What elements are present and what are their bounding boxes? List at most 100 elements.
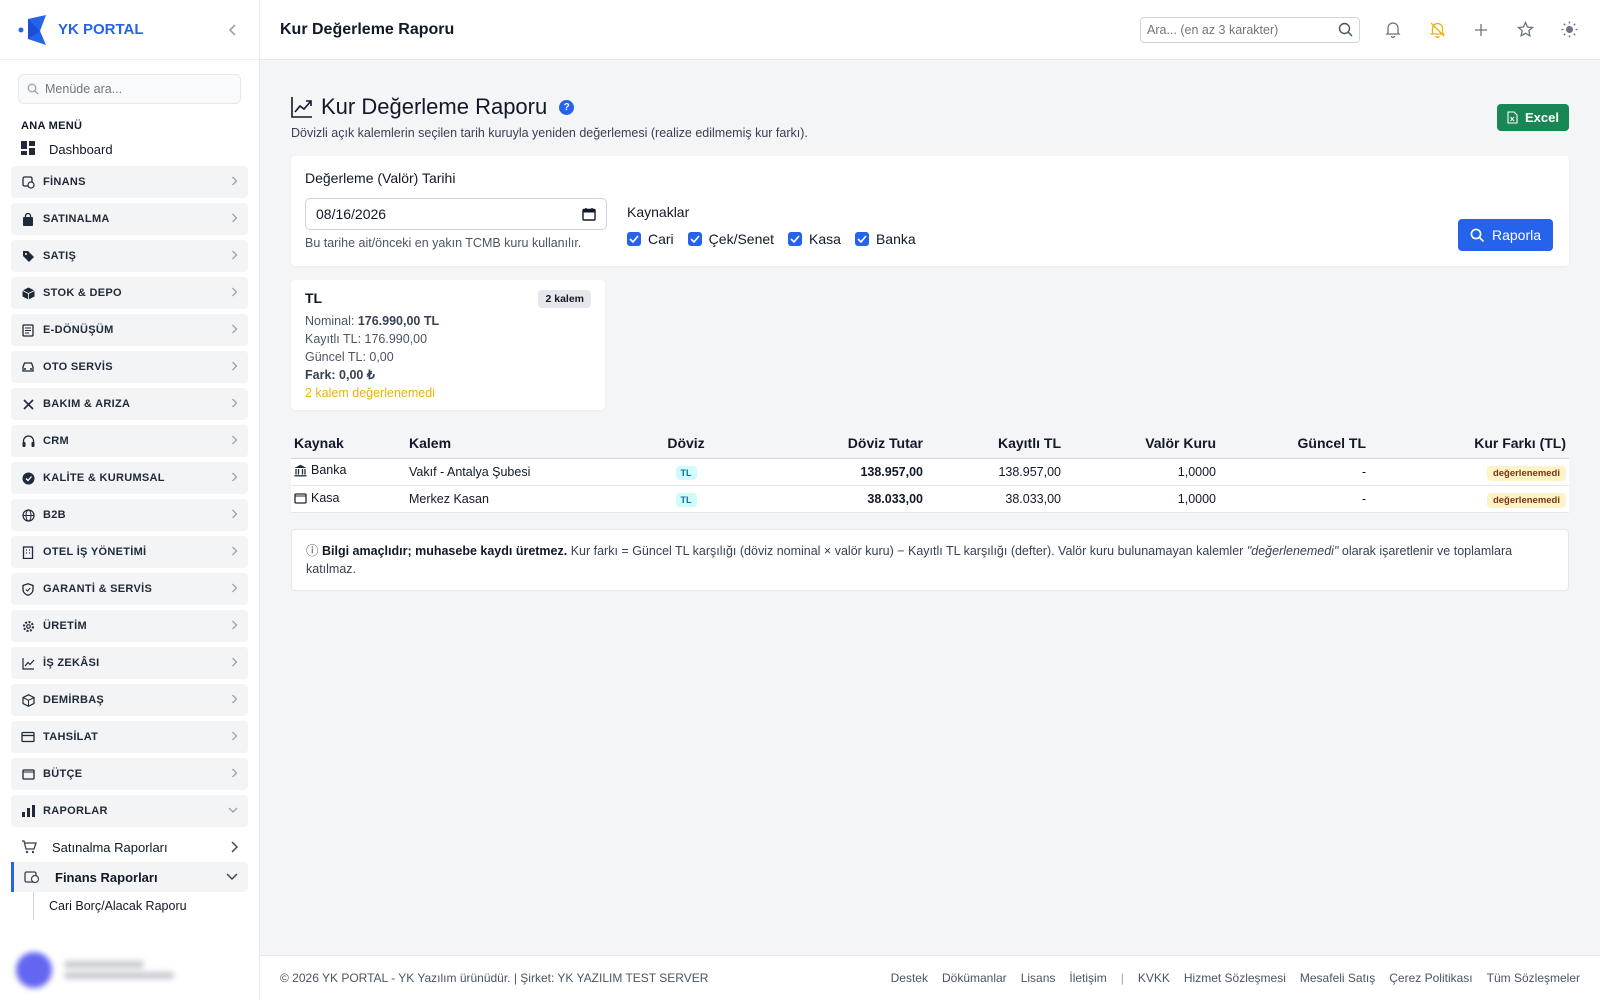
plus-icon[interactable] (1470, 19, 1492, 41)
currency-badge: TL (675, 492, 697, 507)
finance-icon (21, 175, 35, 189)
sidebar-item-0[interactable]: FİNANS (11, 166, 248, 198)
sidebar-item-9[interactable]: B2B (11, 499, 248, 531)
nominal-value: 176.990,00 TL (357, 314, 440, 328)
sidebar-item-3[interactable]: STOK & DEPO (11, 277, 248, 309)
user-profile[interactable] (16, 952, 174, 988)
sidebar-item-label: SATIŞ (43, 250, 77, 262)
card-icon (21, 730, 35, 744)
source-text: Kasa (311, 490, 340, 505)
checkbox-checked-icon[interactable] (788, 232, 803, 246)
help-icon[interactable]: ? (559, 99, 575, 115)
sidebar-subsubitem-current-account-report[interactable]: Cari Borç/Alacak Raporu (33, 892, 259, 920)
cell-fx-difference: değerlenemedi (1369, 485, 1569, 513)
sidebar-subitem-finance-reports[interactable]: Finans Raporları (11, 862, 248, 892)
sidebar-subitem-purchase-reports[interactable]: Satınalma Raporları (11, 832, 248, 862)
source-checkbox-2[interactable]: Kasa (788, 231, 841, 247)
bell-off-icon[interactable] (1426, 19, 1448, 41)
source-checkbox-label: Çek/Senet (708, 231, 775, 247)
sidebar-item-reports[interactable]: RAPORLAR (11, 795, 248, 827)
col-item[interactable]: Kalem (406, 428, 636, 459)
col-valor-rate[interactable]: Valör Kuru (1064, 428, 1219, 459)
report-button-label: Raporla (1491, 227, 1541, 243)
footer-link-links_b-2[interactable]: Mesafeli Satış (1300, 971, 1375, 985)
valuation-date-label: Değerleme (Valör) Tarihi (305, 170, 456, 186)
sidebar-item-4[interactable]: E-DÖNÜŞÜM (11, 314, 248, 346)
sidebar-item-5[interactable]: OTO SERVİS (11, 351, 248, 383)
sidebar-item-6[interactable]: BAKIM & ARIZA (11, 388, 248, 420)
col-registered-tl[interactable]: Kayıtlı TL (926, 428, 1064, 459)
bank-icon (294, 464, 307, 477)
chart-line-icon (291, 96, 313, 118)
sidebar-item-11[interactable]: GARANTİ & SERVİS (11, 573, 248, 605)
search-icon (1470, 228, 1485, 243)
sidebar-item-14[interactable]: DEMİRBAŞ (11, 684, 248, 716)
checkbox-checked-icon[interactable] (687, 232, 702, 246)
sidebar-subitem-label: Finans Raporları (55, 869, 158, 885)
calendar-icon[interactable] (582, 207, 596, 221)
source-checkbox-label: Banka (875, 231, 916, 247)
col-source[interactable]: Kaynak (291, 428, 406, 459)
report-button[interactable]: Raporla (1457, 219, 1553, 251)
source-checkbox-1[interactable]: Çek/Senet (687, 231, 775, 247)
cell-item: Merkez Kasan (406, 485, 636, 513)
info-text-1: Kur farkı = Güncel TL karşılığı (döviz n… (567, 543, 1247, 558)
source-checkbox-3[interactable]: Banka (854, 231, 916, 247)
not-valued-badge: değerlenemedi (1486, 492, 1566, 508)
source-checkbox-0[interactable]: Cari (627, 231, 674, 247)
chevron-right-icon (231, 620, 238, 633)
search-icon[interactable] (1338, 22, 1353, 37)
bag-icon (21, 212, 35, 226)
col-currency-amount[interactable]: Döviz Tutar (736, 428, 926, 459)
global-search-input[interactable] (1147, 22, 1338, 37)
source-text: Banka (311, 463, 347, 478)
sidebar-item-label: OTO SERVİS (43, 361, 113, 373)
sidebar-item-label: DEMİRBAŞ (43, 694, 105, 706)
sidebar-item-8[interactable]: KALİTE & KURUMSAL (11, 462, 248, 494)
sidebar-item-dashboard[interactable]: Dashboard (0, 134, 259, 164)
sidebar-item-15[interactable]: TAHSİLAT (11, 721, 248, 753)
sidebar-item-12[interactable]: ÜRETİM (11, 610, 248, 642)
sidebar-item-10[interactable]: OTEL İŞ YÖNETİMİ (11, 536, 248, 568)
footer-link-links_b-1[interactable]: Hizmet Sözleşmesi (1184, 971, 1286, 985)
sun-icon[interactable] (1558, 19, 1580, 41)
excel-export-button[interactable]: Excel (1497, 104, 1569, 131)
sidebar-item-label: İŞ ZEKÂSI (43, 657, 100, 669)
footer-link-links_b-4[interactable]: Tüm Sözleşmeler (1487, 971, 1580, 985)
search-icon (27, 83, 39, 95)
sources-label: Kaynaklar (627, 204, 690, 220)
checkbox-checked-icon[interactable] (627, 232, 641, 246)
bell-icon[interactable] (1382, 19, 1404, 41)
footer-link-links_b-3[interactable]: Çerez Politikası (1389, 971, 1472, 985)
menu-search-input[interactable] (45, 82, 232, 96)
col-current-tl[interactable]: Güncel TL (1219, 428, 1369, 459)
menu-section-title: ANA MENÜ (21, 120, 83, 132)
globe-icon (21, 508, 35, 522)
col-fx-difference[interactable]: Kur Farkı (TL) (1369, 428, 1569, 459)
sidebar-item-2[interactable]: SATIŞ (11, 240, 248, 272)
star-icon[interactable] (1514, 19, 1536, 41)
checkbox-checked-icon[interactable] (854, 232, 869, 246)
sidebar-item-16[interactable]: BÜTÇE (11, 758, 248, 790)
valuation-date-input[interactable]: 08/16/2026 (305, 198, 607, 230)
sidebar-collapse-button[interactable] (223, 20, 243, 40)
footer-link-links_a-0[interactable]: Destek (891, 971, 928, 985)
cell-current-tl: - (1219, 485, 1369, 513)
sidebar-item-1[interactable]: SATINALMA (11, 203, 248, 235)
footer-link-links_a-3[interactable]: İletişim (1069, 971, 1106, 985)
headset-icon (21, 434, 35, 448)
footer-link-links_b-0[interactable]: KVKK (1138, 971, 1170, 985)
footer-link-links_a-2[interactable]: Lisans (1021, 971, 1056, 985)
table-row[interactable]: Kasa Merkez Kasan TL 38.033,00 38.033,00 1,00… (291, 485, 1569, 513)
col-currency[interactable]: Döviz (636, 428, 736, 459)
sidebar-item-label: BÜTÇE (43, 768, 83, 780)
finance-report-icon (24, 870, 42, 884)
footer-link-links_a-1[interactable]: Dökümanlar (942, 971, 1007, 985)
car-icon (21, 360, 35, 374)
sidebar-item-7[interactable]: CRM (11, 425, 248, 457)
table-row[interactable]: Banka Vakıf - Antalya Şubesi TL 138.957,00 1… (291, 458, 1569, 486)
chevron-right-icon (231, 841, 238, 853)
sidebar-item-13[interactable]: İŞ ZEKÂSI (11, 647, 248, 679)
cell-currency-amount: 38.033,00 (736, 485, 926, 513)
chevron-right-icon (231, 250, 238, 263)
